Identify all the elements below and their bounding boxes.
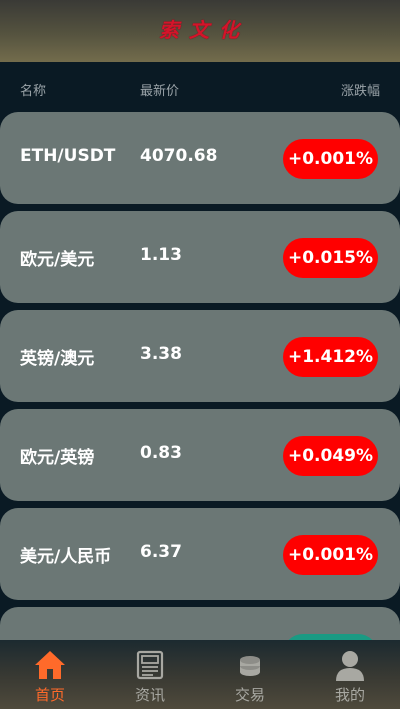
pair-price: 3.38 <box>140 344 182 364</box>
tab-label: 资讯 <box>134 686 165 704</box>
pair-name: 欧元/英镑 <box>20 448 95 468</box>
change-badge: +0.001% <box>283 535 378 575</box>
pair-name: 英镑/澳元 <box>20 349 95 369</box>
market-row-partial[interactable] <box>0 607 400 640</box>
change-badge: +0.015% <box>283 238 378 278</box>
bottom-tab-bar: 首页 资讯 交易 我的 <box>0 640 400 709</box>
market-list[interactable]: ETH/USDT 4070.68 +0.001% 欧元/美元 1.13 +0.0… <box>0 112 400 640</box>
market-row[interactable]: 欧元/英镑 0.83 +0.049% <box>0 409 400 501</box>
pair-name: 欧元/美元 <box>20 250 95 270</box>
column-headers: 名称 最新价 涨跌幅 <box>0 62 400 112</box>
tab-trade[interactable]: 交易 <box>200 640 300 709</box>
tab-label: 交易 <box>234 686 265 704</box>
tab-label: 我的 <box>334 686 365 704</box>
market-row[interactable]: 英镑/澳元 3.38 +1.412% <box>0 310 400 402</box>
market-row[interactable]: 美元/人民币 6.37 +0.001% <box>0 508 400 600</box>
tab-label: 首页 <box>34 686 65 704</box>
pair-price: 4070.68 <box>140 146 218 166</box>
home-icon <box>35 651 65 679</box>
coins-icon <box>240 656 260 676</box>
brand-logo: 索文化 <box>159 17 249 42</box>
tab-profile[interactable]: 我的 <box>300 640 400 709</box>
market-row[interactable]: 欧元/美元 1.13 +0.015% <box>0 211 400 303</box>
change-badge: +1.412% <box>283 337 378 377</box>
column-header-change: 涨跌幅 <box>340 84 380 99</box>
user-icon <box>336 651 364 681</box>
pair-name: 美元/人民币 <box>20 547 112 567</box>
pair-price: 0.83 <box>140 443 182 463</box>
pair-name: ETH/USDT <box>20 146 116 166</box>
top-bar: 索文化 <box>0 0 400 62</box>
column-header-price: 最新价 <box>140 84 180 99</box>
column-header-name: 名称 <box>20 84 47 99</box>
market-row[interactable]: ETH/USDT 4070.68 +0.001% <box>0 112 400 204</box>
change-badge: +0.049% <box>283 436 378 476</box>
change-badge: +0.001% <box>283 139 378 179</box>
tab-news[interactable]: 资讯 <box>100 640 200 709</box>
news-icon <box>136 650 164 680</box>
pair-price: 6.37 <box>140 542 182 562</box>
tab-home[interactable]: 首页 <box>0 640 100 709</box>
pair-price: 1.13 <box>140 245 182 265</box>
